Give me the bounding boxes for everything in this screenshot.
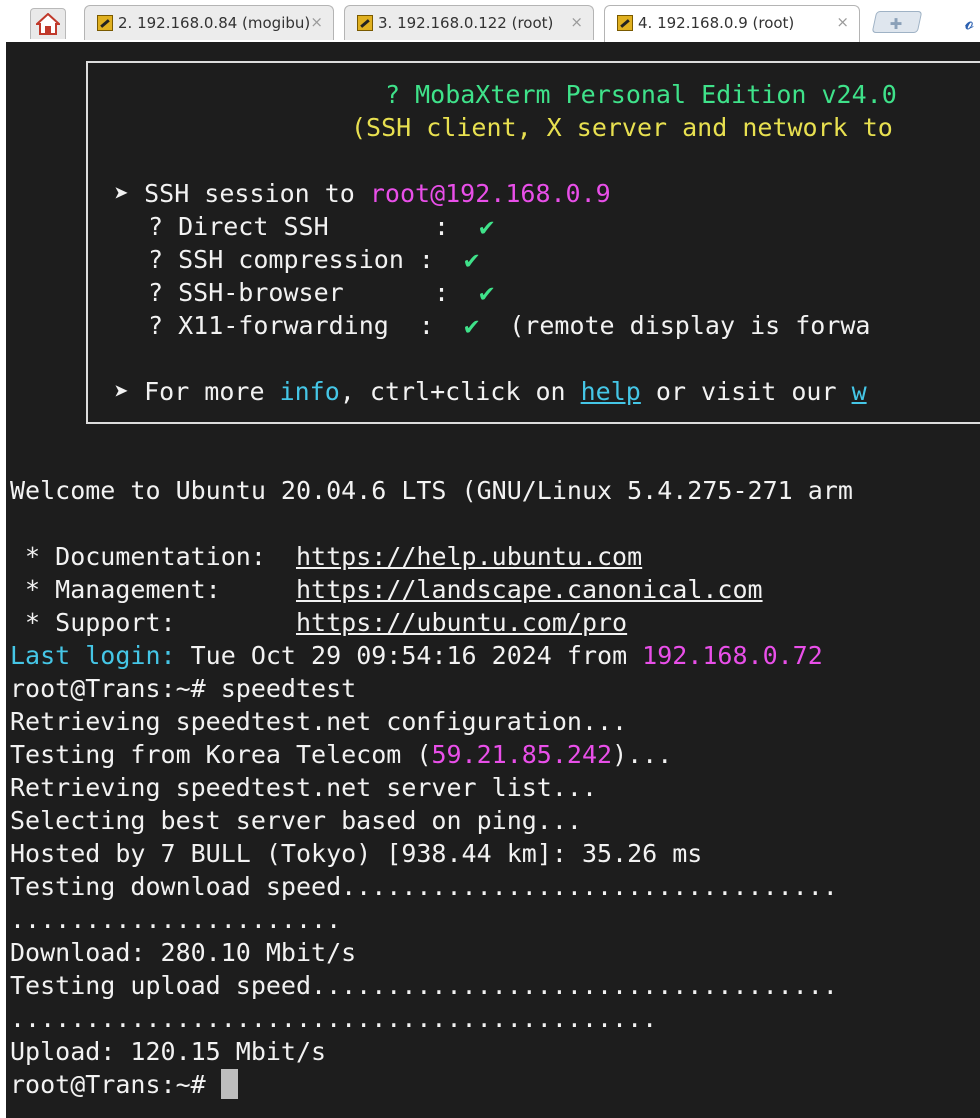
terminal-key-icon bbox=[357, 15, 373, 31]
doc-line-support: * Support: https://ubuntu.com/pro bbox=[10, 606, 627, 639]
output-selecting: Selecting best server based on ping... bbox=[10, 806, 582, 835]
tab-session-2[interactable]: 2. 192.168.0.84 (mogibu) × bbox=[84, 5, 334, 40]
output-retrieving-config: Retrieving speedtest.net configuration..… bbox=[10, 707, 628, 736]
session-host: root@192.168.0.9 bbox=[369, 179, 611, 208]
plus-icon: ✚ bbox=[889, 15, 903, 33]
doc-line-documentation: * Documentation: https://help.ubuntu.com bbox=[10, 540, 642, 573]
welcome-line: Welcome to Ubuntu 20.04.6 LTS (GNU/Linux… bbox=[10, 476, 853, 505]
output-upload-dots: ........................................… bbox=[10, 1004, 658, 1033]
last-login-ip: 192.168.0.72 bbox=[642, 641, 823, 670]
testing-from-prefix: Testing from Korea Telecom ( bbox=[10, 740, 432, 769]
info-link[interactable]: info bbox=[280, 377, 340, 406]
output-download: Download: 280.10 Mbit/s bbox=[10, 938, 357, 967]
command: speedtest bbox=[220, 674, 357, 703]
output-upload: Upload: 120.15 Mbit/s bbox=[10, 1037, 327, 1066]
tab-bar: 2. 192.168.0.84 (mogibu) × 3. 192.168.0.… bbox=[0, 0, 980, 42]
tab-session-3[interactable]: 3. 192.168.0.122 (root) × bbox=[344, 5, 594, 40]
row-label: ? SSH-browser : bbox=[148, 278, 480, 307]
doc-label: * Management: bbox=[10, 575, 296, 604]
output-testing-upload: Testing upload speed....................… bbox=[10, 971, 838, 1000]
banner-row-direct-ssh: ? Direct SSH : ✔ bbox=[148, 210, 494, 243]
final-prompt-line: root@Trans:~# bbox=[10, 1068, 238, 1101]
output-testing-from: Testing from Korea Telecom (59.21.85.242… bbox=[10, 738, 672, 771]
more-tail: or visit our bbox=[640, 377, 852, 406]
command-line: root@Trans:~# speedtest bbox=[10, 672, 356, 705]
paperclip-icon[interactable]: 𝓸 bbox=[965, 10, 974, 34]
check-icon: ✔ bbox=[464, 245, 480, 274]
output-hosted: Hosted by 7 BULL (Tokyo) [938.44 km]: 35… bbox=[10, 839, 703, 868]
terminal[interactable]: ? MobaXterm Personal Edition v24.0 (SSH … bbox=[6, 42, 980, 1118]
row-extra: (remote display is forwa bbox=[479, 311, 871, 340]
output-testing-download: Testing download speed..................… bbox=[10, 872, 838, 901]
doc-url[interactable]: https://landscape.canonical.com bbox=[296, 575, 763, 604]
home-tab[interactable] bbox=[30, 8, 66, 39]
website-link[interactable]: w bbox=[852, 377, 867, 406]
last-login-label: Last login: bbox=[10, 641, 176, 670]
more-mid: , ctrl+click on bbox=[339, 377, 581, 406]
check-icon: ✔ bbox=[464, 311, 480, 340]
session-prefix: ➤ SSH session to bbox=[114, 179, 370, 208]
mobaxterm-banner: ? MobaXterm Personal Edition v24.0 (SSH … bbox=[86, 61, 980, 424]
doc-label: * Documentation: bbox=[10, 542, 296, 571]
tab-label: 2. 192.168.0.84 (mogibu) bbox=[118, 14, 311, 32]
doc-line-management: * Management: https://landscape.canonica… bbox=[10, 573, 763, 606]
row-label: ? Direct SSH : bbox=[148, 212, 480, 241]
close-icon[interactable]: × bbox=[836, 13, 849, 31]
doc-url[interactable]: https://help.ubuntu.com bbox=[296, 542, 642, 571]
row-label: ? X11-forwarding : bbox=[148, 311, 465, 340]
last-login-text: Tue Oct 29 09:54:16 2024 from bbox=[175, 641, 643, 670]
row-label: ? SSH compression : bbox=[148, 245, 465, 274]
banner-subtitle: (SSH client, X server and network to bbox=[351, 113, 893, 142]
banner-row-ssh-compression: ? SSH compression : ✔ bbox=[148, 243, 479, 276]
terminal-cursor bbox=[220, 1069, 238, 1099]
tab-session-4[interactable]: 4. 192.168.0.9 (root) × bbox=[604, 5, 860, 42]
terminal-key-icon bbox=[617, 15, 633, 31]
doc-label: * Support: bbox=[10, 608, 296, 637]
help-link[interactable]: help bbox=[581, 377, 641, 406]
banner-more-line: ➤ For more info, ctrl+click on help or v… bbox=[114, 375, 867, 408]
close-icon[interactable]: × bbox=[570, 13, 583, 31]
testing-from-suffix: )... bbox=[612, 740, 673, 769]
more-prefix: ➤ For more bbox=[114, 377, 280, 406]
tab-label: 4. 192.168.0.9 (root) bbox=[638, 14, 795, 32]
new-tab-button[interactable]: ✚ bbox=[871, 11, 923, 33]
prompt: root@Trans:~# bbox=[10, 674, 221, 703]
banner-title: ? MobaXterm Personal Edition v24.0 bbox=[385, 80, 897, 109]
check-icon: ✔ bbox=[479, 278, 495, 307]
banner-session-line: ➤ SSH session to root@192.168.0.9 bbox=[114, 177, 611, 210]
prompt: root@Trans:~# bbox=[10, 1070, 221, 1099]
close-icon[interactable]: × bbox=[310, 13, 323, 31]
output-retrieving-list: Retrieving speedtest.net server list... bbox=[10, 773, 597, 802]
output-download-dots: ...................... bbox=[10, 905, 342, 934]
last-login-line: Last login: Tue Oct 29 09:54:16 2024 fro… bbox=[10, 639, 823, 672]
banner-row-x11: ? X11-forwarding : ✔ (remote display is … bbox=[148, 309, 870, 342]
home-icon bbox=[36, 13, 60, 35]
banner-row-ssh-browser: ? SSH-browser : ✔ bbox=[148, 276, 494, 309]
tab-label: 3. 192.168.0.122 (root) bbox=[378, 14, 554, 32]
check-icon: ✔ bbox=[479, 212, 495, 241]
terminal-key-icon bbox=[97, 15, 113, 31]
testing-from-ip: 59.21.85.242 bbox=[431, 740, 613, 769]
doc-url[interactable]: https://ubuntu.com/pro bbox=[296, 608, 627, 637]
